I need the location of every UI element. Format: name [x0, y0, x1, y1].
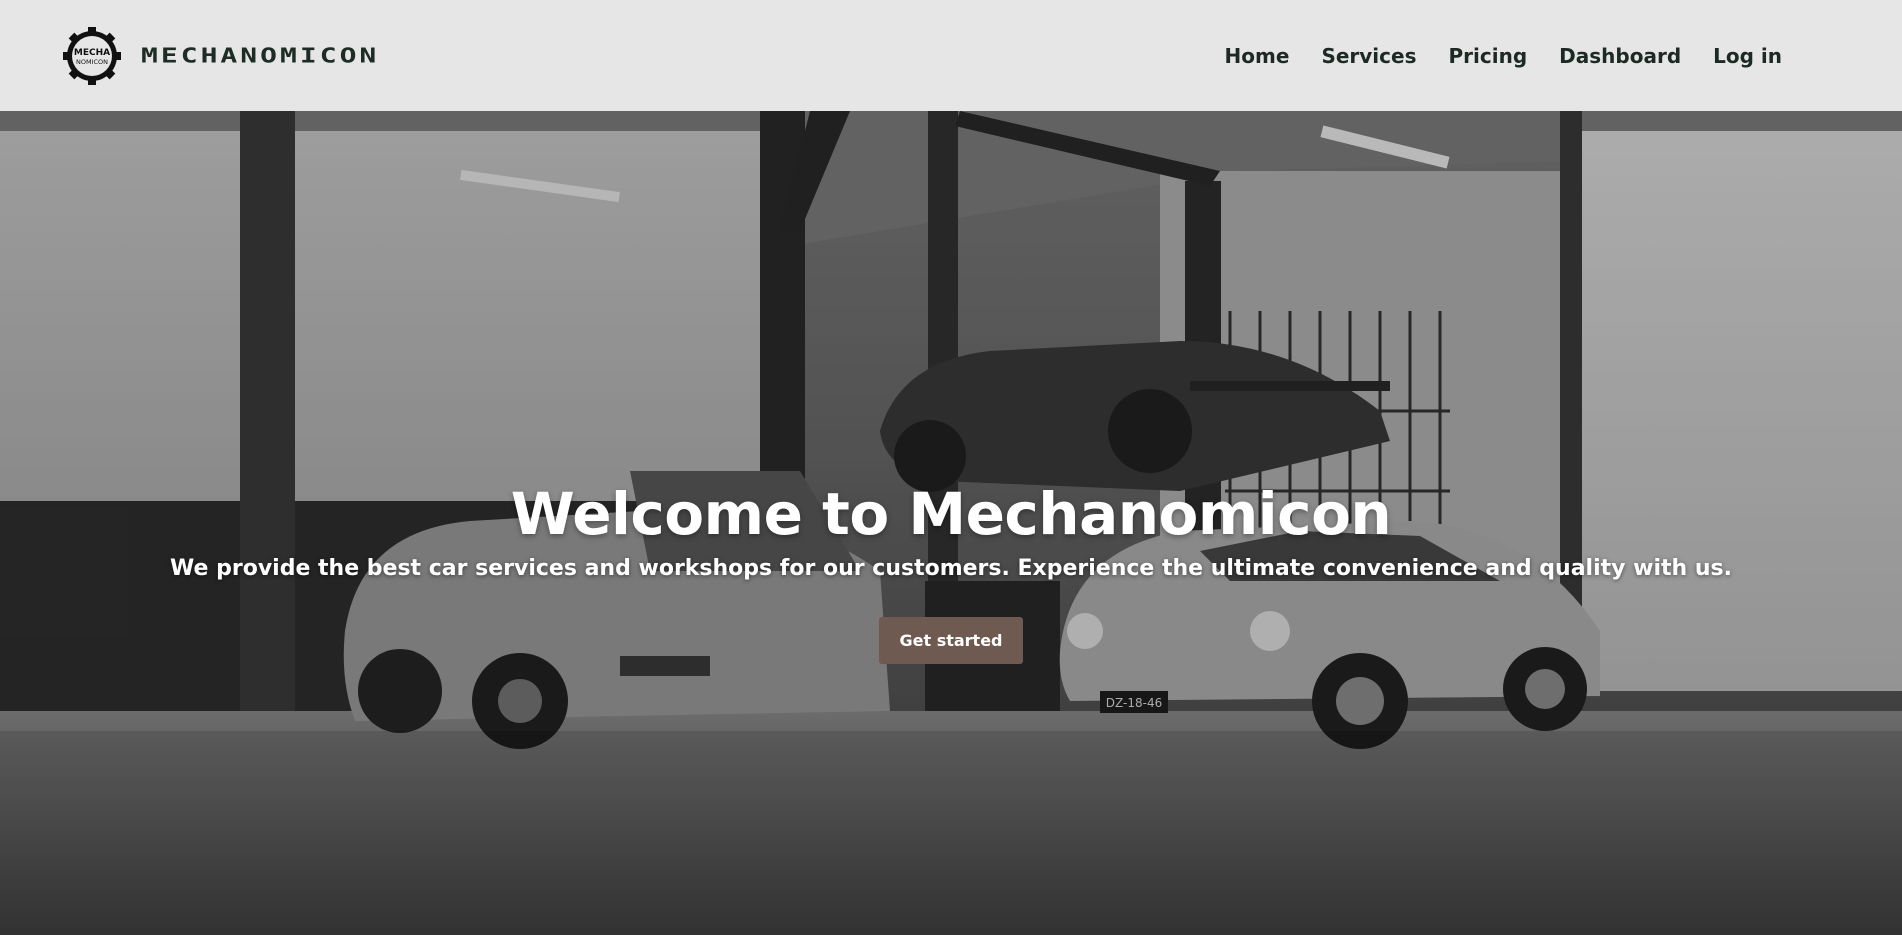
hero-section: DZ-18-46 Welcome to Mechanomicon We prov… — [0, 111, 1902, 935]
logo-text-top: MECHA — [74, 48, 110, 58]
nav-dashboard-link[interactable]: Dashboard — [1559, 44, 1681, 68]
nav-login-link[interactable]: Log in — [1713, 44, 1782, 68]
logo-text-bottom: NOMICON — [76, 58, 108, 66]
nav-home-link[interactable]: Home — [1225, 44, 1290, 68]
hero-title: Welcome to Mechanomicon — [510, 480, 1392, 548]
brand-wordmark: MECHANOMICON — [141, 43, 380, 68]
top-navbar: MECHA NOMICON MECHANOMICON Home Services… — [0, 0, 1902, 111]
nav-services-link[interactable]: Services — [1321, 44, 1416, 68]
hero-content: Welcome to Mechanomicon We provide the b… — [0, 481, 1902, 664]
nav-pricing-link[interactable]: Pricing — [1449, 44, 1528, 68]
hero-subtitle: We provide the best car services and wor… — [170, 555, 1732, 581]
gear-logo-icon: MECHA NOMICON — [63, 26, 121, 85]
brand[interactable]: MECHA NOMICON MECHANOMICON — [63, 26, 380, 85]
main-nav: Home Services Pricing Dashboard Log in — [1225, 44, 1782, 68]
get-started-button[interactable]: Get started — [879, 616, 1023, 664]
